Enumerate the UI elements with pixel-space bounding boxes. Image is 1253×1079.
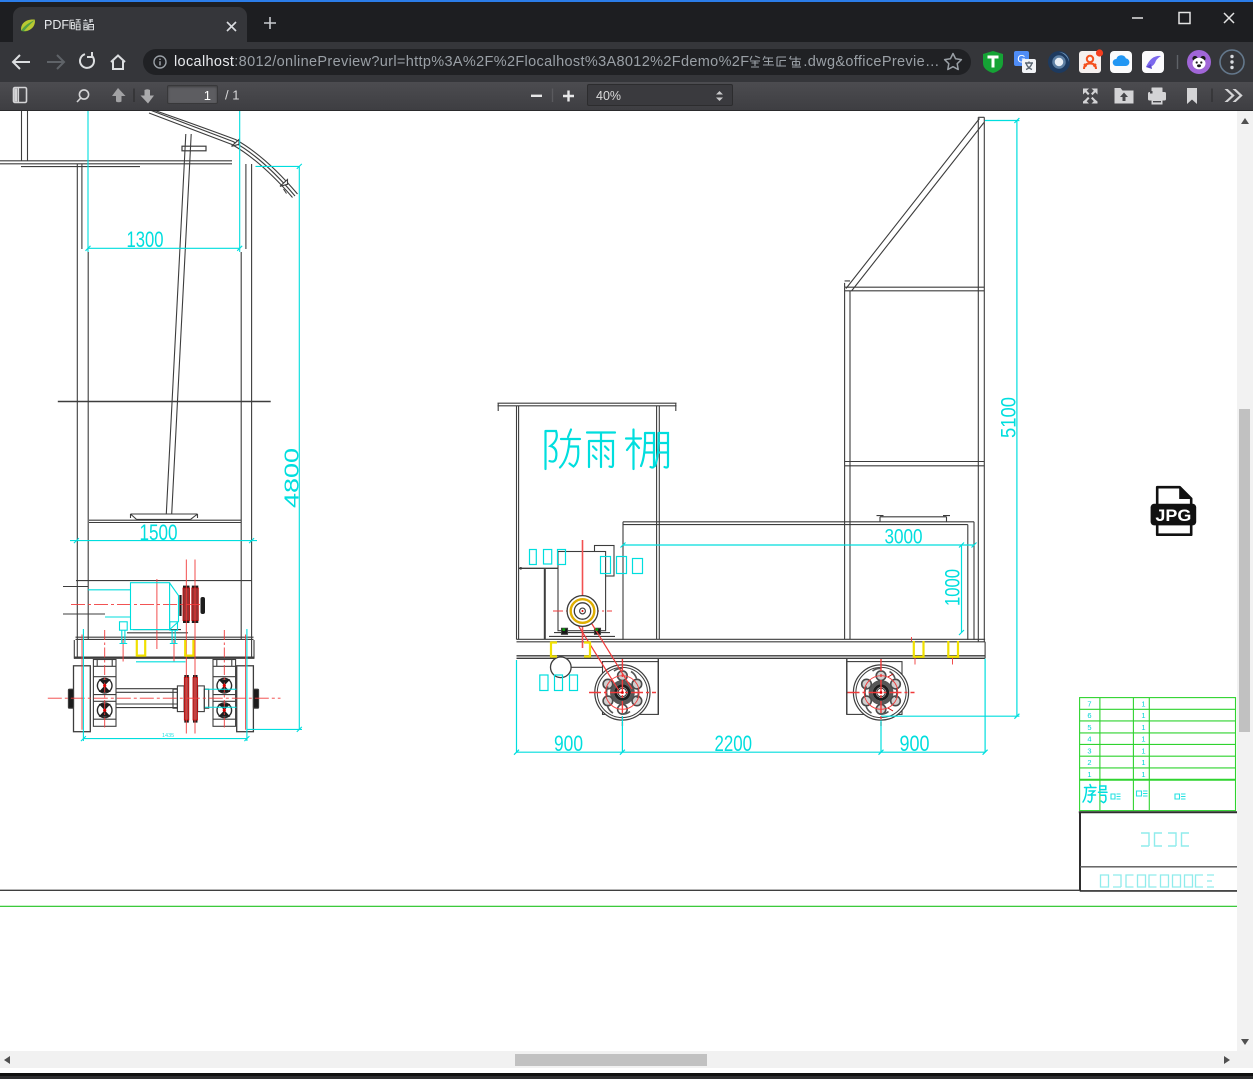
svg-text:2: 2 [1087,758,1091,767]
svg-text:JPG: JPG [1155,507,1191,525]
svg-text:4: 4 [1087,735,1091,744]
svg-text:1: 1 [1141,723,1145,732]
svg-text:3000: 3000 [885,525,923,549]
svg-text:1: 1 [1087,770,1091,779]
svg-text:1: 1 [1141,700,1145,709]
svg-text:900: 900 [900,731,930,756]
svg-text:/ 1: / 1 [225,88,239,103]
svg-text:1: 1 [1141,711,1145,720]
svg-text:900: 900 [554,731,583,756]
svg-text:4800: 4800 [281,448,304,508]
svg-text:7: 7 [1087,700,1091,709]
svg-text:1: 1 [1141,735,1145,744]
svg-text:1500: 1500 [140,520,178,545]
svg-text:1300: 1300 [127,227,164,252]
svg-text:5: 5 [1087,723,1091,732]
svg-text:1000: 1000 [942,569,965,606]
svg-text:6: 6 [1087,711,1091,720]
svg-text:1: 1 [1141,758,1145,767]
svg-text:1: 1 [1141,746,1145,755]
svg-text:1435: 1435 [162,733,174,739]
svg-text:3: 3 [1087,746,1091,755]
svg-text:5100: 5100 [998,397,1021,438]
svg-text:1: 1 [1141,770,1145,779]
svg-text:2200: 2200 [715,731,753,756]
